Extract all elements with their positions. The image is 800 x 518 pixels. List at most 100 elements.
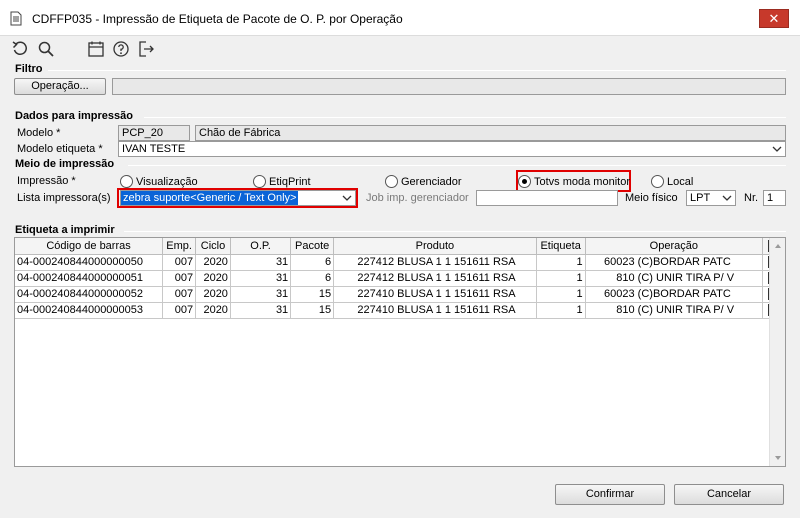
cancelar-button[interactable]: Cancelar	[674, 484, 784, 505]
cell-codigo[interactable]: 04-000240844000000052	[15, 286, 164, 303]
job-field[interactable]	[476, 190, 618, 206]
table-row[interactable]: 04-000240844000000051 007 2020 31 6 227412 BL…	[15, 270, 785, 287]
close-button[interactable]: ✕	[759, 9, 789, 28]
help-icon[interactable]	[112, 40, 130, 58]
cell-pacote[interactable]: 6	[290, 270, 335, 287]
modelo-etiqueta-value: IVAN TESTE	[122, 143, 186, 155]
radio-gerenciador[interactable]	[385, 175, 398, 188]
cell-emp[interactable]: 007	[162, 270, 197, 287]
cell-ciclo[interactable]: 2020	[195, 270, 231, 287]
nr-field[interactable]: 1	[763, 190, 786, 206]
table-row[interactable]: 04-000240844000000050 007 2020 31 6 227412 BL…	[15, 254, 785, 271]
etiqueta-label: Etiqueta a imprimir	[15, 224, 115, 236]
cell-etiqueta[interactable]: 1	[536, 302, 586, 319]
document-icon	[10, 11, 22, 26]
cell-codigo[interactable]: 04-000240844000000050	[15, 254, 164, 271]
chevron-down-icon	[722, 195, 732, 201]
cell-emp[interactable]: 007	[162, 286, 197, 303]
cell-ciclo[interactable]: 2020	[195, 254, 231, 271]
cell-etiqueta[interactable]: 1	[536, 286, 586, 303]
cell-pacote[interactable]: 6	[290, 254, 335, 271]
radio-visualizacao[interactable]	[120, 175, 133, 188]
dados-divider	[144, 117, 786, 118]
scroll-up-icon[interactable]	[773, 241, 783, 251]
dados-label: Dados para impressão	[15, 110, 133, 122]
search-icon[interactable]	[37, 40, 55, 58]
produto-desc: BLUSA 1 1 151611 RSA	[397, 272, 516, 284]
filtro-divider	[48, 70, 786, 71]
grid-header-row: Código de barras Emp. Ciclo O.P. Pacote …	[15, 238, 785, 255]
cell-ciclo[interactable]: 2020	[195, 302, 231, 319]
operacao-button[interactable]: Operação...	[14, 78, 106, 95]
col-codigo[interactable]: Código de barras	[15, 238, 164, 255]
col-pacote[interactable]: Pacote	[290, 238, 335, 255]
cell-op[interactable]: 31	[230, 286, 292, 303]
cell-pacote[interactable]: 15	[290, 302, 335, 319]
exit-icon[interactable]	[137, 40, 155, 58]
operacao-code: 60023	[604, 288, 635, 300]
radio-totvs-label: Totvs moda monitor	[534, 176, 630, 188]
cell-op[interactable]: 31	[230, 302, 292, 319]
table-row[interactable]: 04-000240844000000053 007 2020 31 15 227410 B…	[15, 302, 785, 319]
operacao-desc: (C)BORDAR PATC	[637, 288, 731, 300]
radio-etiqprint[interactable]	[253, 175, 266, 188]
radio-gerenciador-label: Gerenciador	[401, 176, 462, 188]
operacao-desc: (C) UNIR TIRA P/ V	[637, 304, 735, 316]
radio-totvs-moda-monitor[interactable]	[518, 175, 531, 188]
cell-operacao[interactable]: 810 (C) UNIR TIRA P/ V	[585, 270, 764, 287]
operacao-field[interactable]	[112, 78, 786, 95]
undo-icon[interactable]	[11, 40, 29, 58]
operacao-code: 810	[616, 304, 635, 316]
cell-etiqueta[interactable]: 1	[536, 254, 586, 271]
cell-produto[interactable]: 227410 BLUSA 1 1 151611 RSA	[333, 286, 537, 303]
produto-desc: BLUSA 1 1 151611 RSA	[397, 304, 516, 316]
cell-etiqueta[interactable]: 1	[536, 270, 586, 287]
cell-operacao[interactable]: 60023 (C)BORDAR PATC	[585, 254, 764, 271]
operacao-code: 60023	[604, 256, 635, 268]
col-op[interactable]: O.P.	[230, 238, 292, 255]
confirmar-button[interactable]: Confirmar	[555, 484, 665, 505]
grid-scrollbar[interactable]	[769, 238, 785, 466]
cell-operacao[interactable]: 60023 (C)BORDAR PATC	[585, 286, 764, 303]
cell-produto[interactable]: 227410 BLUSA 1 1 151611 RSA	[333, 302, 537, 319]
job-label: Job imp. gerenciador	[366, 192, 469, 204]
filtro-label: Filtro	[15, 63, 43, 75]
radio-local[interactable]	[651, 175, 664, 188]
operacao-desc: (C) UNIR TIRA P/ V	[637, 272, 735, 284]
col-operacao[interactable]: Operação	[585, 238, 764, 255]
meio-divider	[128, 165, 786, 166]
col-produto[interactable]: Produto	[333, 238, 537, 255]
cell-emp[interactable]: 007	[162, 302, 197, 319]
cell-op[interactable]: 31	[230, 254, 292, 271]
cell-ciclo[interactable]: 2020	[195, 286, 231, 303]
col-etiqueta[interactable]: Etiqueta	[536, 238, 586, 255]
lista-impressora-select[interactable]: zebra suporte<Generic / Text Only>	[120, 190, 356, 206]
operacao-code: 810	[616, 272, 635, 284]
etiqueta-grid[interactable]: Código de barras Emp. Ciclo O.P. Pacote …	[14, 237, 786, 467]
cell-op[interactable]: 31	[230, 270, 292, 287]
modelo-code-field[interactable]: PCP_20	[118, 125, 190, 141]
cell-codigo[interactable]: 04-000240844000000051	[15, 270, 164, 287]
cell-produto[interactable]: 227412 BLUSA 1 1 151611 RSA	[333, 254, 537, 271]
operacao-desc: (C)BORDAR PATC	[637, 256, 731, 268]
etiqueta-table: Código de barras Emp. Ciclo O.P. Pacote …	[15, 238, 785, 319]
produto-code: 227410	[357, 304, 395, 316]
cell-operacao[interactable]: 810 (C) UNIR TIRA P/ V	[585, 302, 764, 319]
calendar-icon[interactable]	[87, 40, 105, 58]
produto-code: 227410	[357, 288, 395, 300]
scroll-down-icon[interactable]	[773, 453, 783, 463]
col-ciclo[interactable]: Ciclo	[195, 238, 231, 255]
col-emp[interactable]: Emp.	[162, 238, 197, 255]
produto-desc: BLUSA 1 1 151611 RSA	[397, 288, 516, 300]
chevron-down-icon	[342, 195, 352, 201]
table-row[interactable]: 04-000240844000000052 007 2020 31 15 227410 B…	[15, 286, 785, 303]
cell-pacote[interactable]: 15	[290, 286, 335, 303]
produto-code: 227412	[357, 256, 395, 268]
modelo-etiqueta-select[interactable]: IVAN TESTE	[118, 141, 786, 157]
meio-fisico-select[interactable]: LPT	[686, 190, 736, 206]
meio-label: Meio de impressão	[15, 158, 115, 170]
cell-produto[interactable]: 227412 BLUSA 1 1 151611 RSA	[333, 270, 537, 287]
cell-emp[interactable]: 007	[162, 254, 197, 271]
cell-codigo[interactable]: 04-000240844000000053	[15, 302, 164, 319]
radio-local-label: Local	[667, 176, 694, 188]
